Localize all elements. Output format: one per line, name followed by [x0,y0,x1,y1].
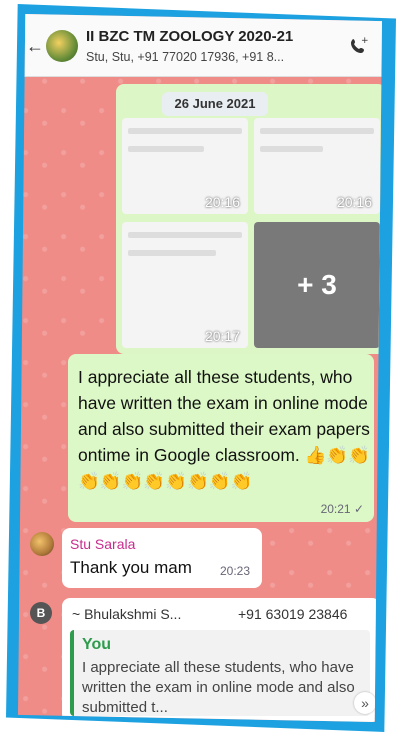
quoted-text: I appreciate all these students, who hav… [82,659,355,716]
reply-message[interactable]: ~ Bhulakshmi S... +91 63019 23846 You I … [62,598,380,722]
message-time: 20:21 ✓ [320,502,364,516]
chat-header: ← II BZC TM ZOOLOGY 2020-21 Stu, Stu, +9… [18,14,382,77]
more-count: + 3 [254,222,380,348]
media-time: 20:16 [204,194,240,210]
media-album[interactable]: 20:16 20:16 20:17 + 3 [116,84,382,354]
svg-text:+: + [361,36,368,46]
sender-name[interactable]: Stu Sarala [70,536,135,552]
chat-subtitle[interactable]: Stu, Stu, +91 77020 17936, +91 8... [86,50,284,64]
group-avatar[interactable] [46,30,78,62]
sender-avatar[interactable] [30,532,54,556]
chat-title[interactable]: II BZC TM ZOOLOGY 2020-21 [86,28,293,45]
media-time: 20:17 [204,328,240,344]
sender-badge[interactable]: B [30,602,52,624]
reply-sender[interactable]: ~ Bhulakshmi S... [72,606,181,622]
photo-thumbnail[interactable]: 20:16 [122,118,248,214]
back-icon[interactable]: ← [26,36,44,57]
call-icon[interactable]: + [348,36,368,56]
quoted-message[interactable]: You I appreciate all these students, who… [70,630,370,716]
photo-thumbnail-more[interactable]: + 3 [254,222,380,348]
incoming-message[interactable]: Stu Sarala Thank you mam 20:23 [62,528,262,588]
quoted-author: You [82,636,112,653]
message-time: 20:23 [220,564,251,578]
scroll-down-icon[interactable]: » [354,692,376,714]
photo-thumbnail[interactable]: 20:16 [254,118,380,214]
date-chip: 26 June 2021 [162,92,268,116]
chat-screen: ← II BZC TM ZOOLOGY 2020-21 Stu, Stu, +9… [18,14,382,722]
message-text: Thank you mam [70,558,192,577]
message-text: I appreciate all these students, who hav… [78,367,370,491]
reply-phone: +91 63019 23846 [238,606,348,622]
photo-thumbnail[interactable]: 20:17 [122,222,248,348]
outgoing-message[interactable]: I appreciate all these students, who hav… [68,354,374,522]
media-time: 20:16 [336,194,372,210]
